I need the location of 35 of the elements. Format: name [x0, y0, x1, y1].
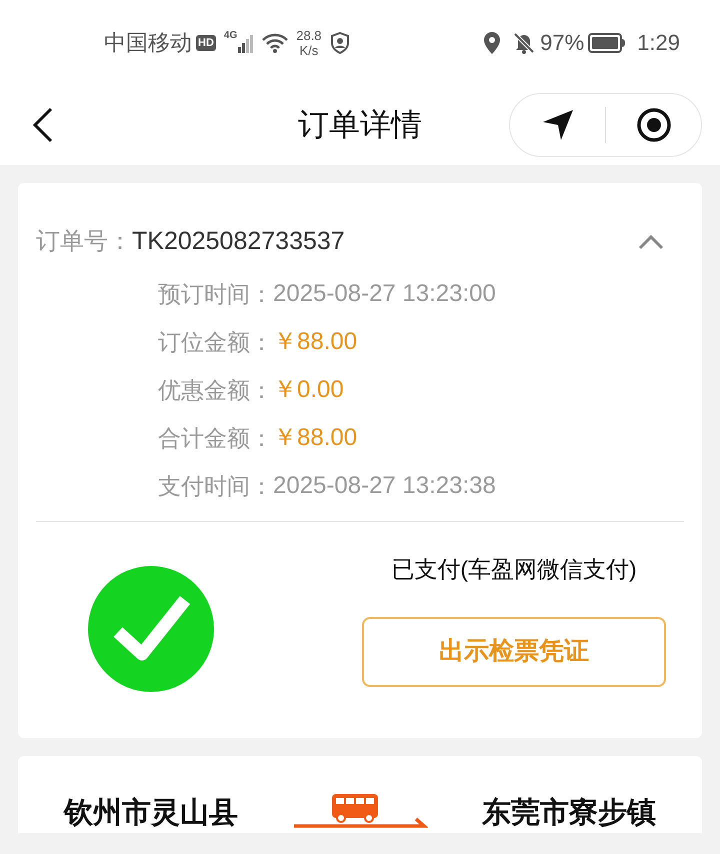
hd-badge: HD: [196, 34, 216, 50]
detail-value: 2025-08-27 13:23:00: [273, 278, 496, 308]
check-circle-icon: [88, 566, 214, 692]
location-icon: [484, 32, 500, 54]
detail-label: 预订时间：: [158, 280, 273, 308]
payment-status: 已支付(车盈网微信支付): [391, 555, 637, 584]
detail-label: 优惠金额：: [158, 376, 273, 404]
detail-value: ￥88.00: [273, 422, 358, 452]
carrier-name: 中国移动: [104, 29, 192, 57]
detail-label: 合计金额：: [158, 424, 273, 452]
battery-icon: [588, 32, 626, 52]
navigation-arrow-icon[interactable]: [540, 108, 574, 142]
wifi-icon: [262, 32, 288, 52]
order-number: TK2025082733537: [132, 226, 345, 257]
network-speed: 28.8: [296, 28, 322, 42]
battery-percent: 97%: [540, 29, 584, 57]
network-type: 4G: [224, 29, 238, 43]
detail-label: 支付时间：: [158, 472, 273, 500]
show-ticket-button[interactable]: 出示检票凭证: [362, 616, 666, 687]
shield-icon: [330, 32, 350, 54]
close-target-icon[interactable]: [636, 107, 672, 143]
clock-time: 1:29: [637, 29, 680, 57]
detail-value: ￥0.00: [273, 374, 344, 404]
page-title: 订单详情: [298, 106, 422, 142]
arrival-city: 东莞市寮步镇: [482, 796, 656, 830]
speed-unit: K/s: [299, 42, 318, 58]
order-number-label: 订单号：: [36, 226, 132, 257]
chevron-up-icon[interactable]: [638, 234, 664, 250]
detail-value: ￥88.00: [273, 326, 358, 356]
detail-label: 订位金额：: [158, 328, 273, 356]
departure-city: 钦州市灵山县: [64, 796, 238, 830]
signal-icon: [238, 32, 254, 52]
muted-bell-icon: [512, 30, 536, 54]
detail-value: 2025-08-27 13:23:38: [273, 470, 496, 500]
back-icon[interactable]: [32, 107, 54, 143]
